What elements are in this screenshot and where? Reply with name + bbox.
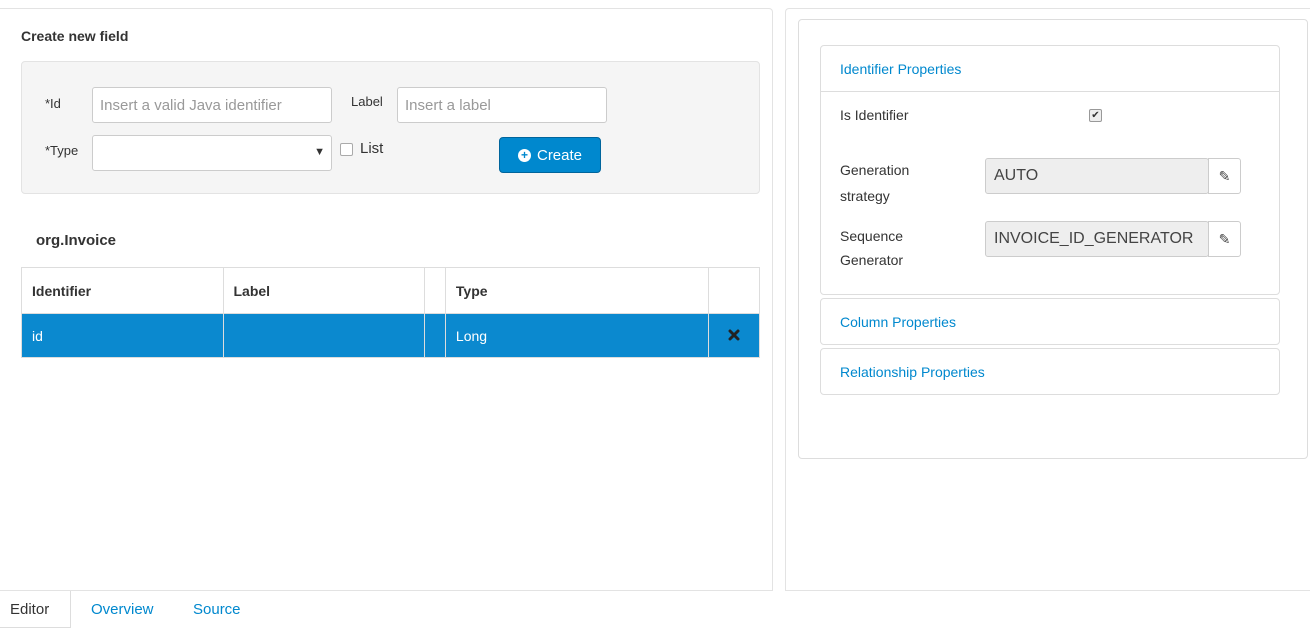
plus-circle-icon: + [517,148,531,162]
type-label: *Type [45,143,79,158]
column-header-actions [708,267,760,314]
row-type[interactable]: Long [445,313,710,358]
sequence-generator-field[interactable]: INVOICE_ID_GENERATOR [985,221,1209,257]
edit-generation-strategy-button[interactable]: ✎ [1208,158,1241,194]
sequence-generator-label-2: Generator [840,252,904,268]
list-checkbox[interactable] [340,143,353,156]
is-identifier-label: Is Identifier [840,107,909,123]
table-row[interactable]: id Long [21,313,760,358]
id-label: *Id [45,96,61,111]
row-identifier[interactable]: id [21,313,224,358]
generation-strategy-label-1: Generation [840,162,910,178]
delete-icon[interactable] [708,313,760,358]
edit-icon: ✎ [1218,230,1231,247]
bottom-tabs: Editor Overview Source [0,591,1310,628]
tab-source[interactable]: Source [193,591,241,628]
relationship-properties-section: Relationship Properties [820,348,1280,395]
create-button[interactable]: + Create [499,137,601,173]
relationship-properties-header[interactable]: Relationship Properties [821,349,1279,395]
list-label: List [360,140,384,157]
row-label[interactable] [223,313,425,358]
entity-name: org.Invoice [36,232,117,249]
generation-strategy-label-2: strategy [840,188,890,204]
id-input[interactable] [92,87,332,123]
label-label: Label [351,94,383,109]
create-field-form: *Id Label *Type ▼ List + Create [21,61,760,194]
edit-sequence-generator-button[interactable]: ✎ [1208,221,1241,257]
column-properties-section: Column Properties [820,298,1280,345]
column-header-label[interactable]: Label [223,267,425,314]
row-spacer [424,313,446,358]
type-select[interactable]: ▼ [92,135,332,171]
column-header-spacer [424,267,446,314]
label-input[interactable] [397,87,607,123]
sequence-generator-label-1: Sequence [840,228,904,244]
identifier-properties-header[interactable]: Identifier Properties [821,46,1279,92]
edit-icon: ✎ [1218,167,1231,184]
column-properties-header[interactable]: Column Properties [821,299,1279,345]
generation-strategy-field[interactable]: AUTO [985,158,1209,194]
create-field-title: Create new field [21,28,129,44]
column-header-identifier[interactable]: Identifier [21,267,224,314]
is-identifier-checkbox[interactable]: ✔ [1089,109,1102,122]
chevron-down-icon: ▼ [314,146,325,158]
fields-table: Identifier Label Type id Long [21,267,760,358]
tab-overview[interactable]: Overview [91,591,154,628]
column-header-type[interactable]: Type [445,267,710,314]
tab-editor[interactable]: Editor [0,591,71,628]
create-button-label: Create [536,146,583,164]
